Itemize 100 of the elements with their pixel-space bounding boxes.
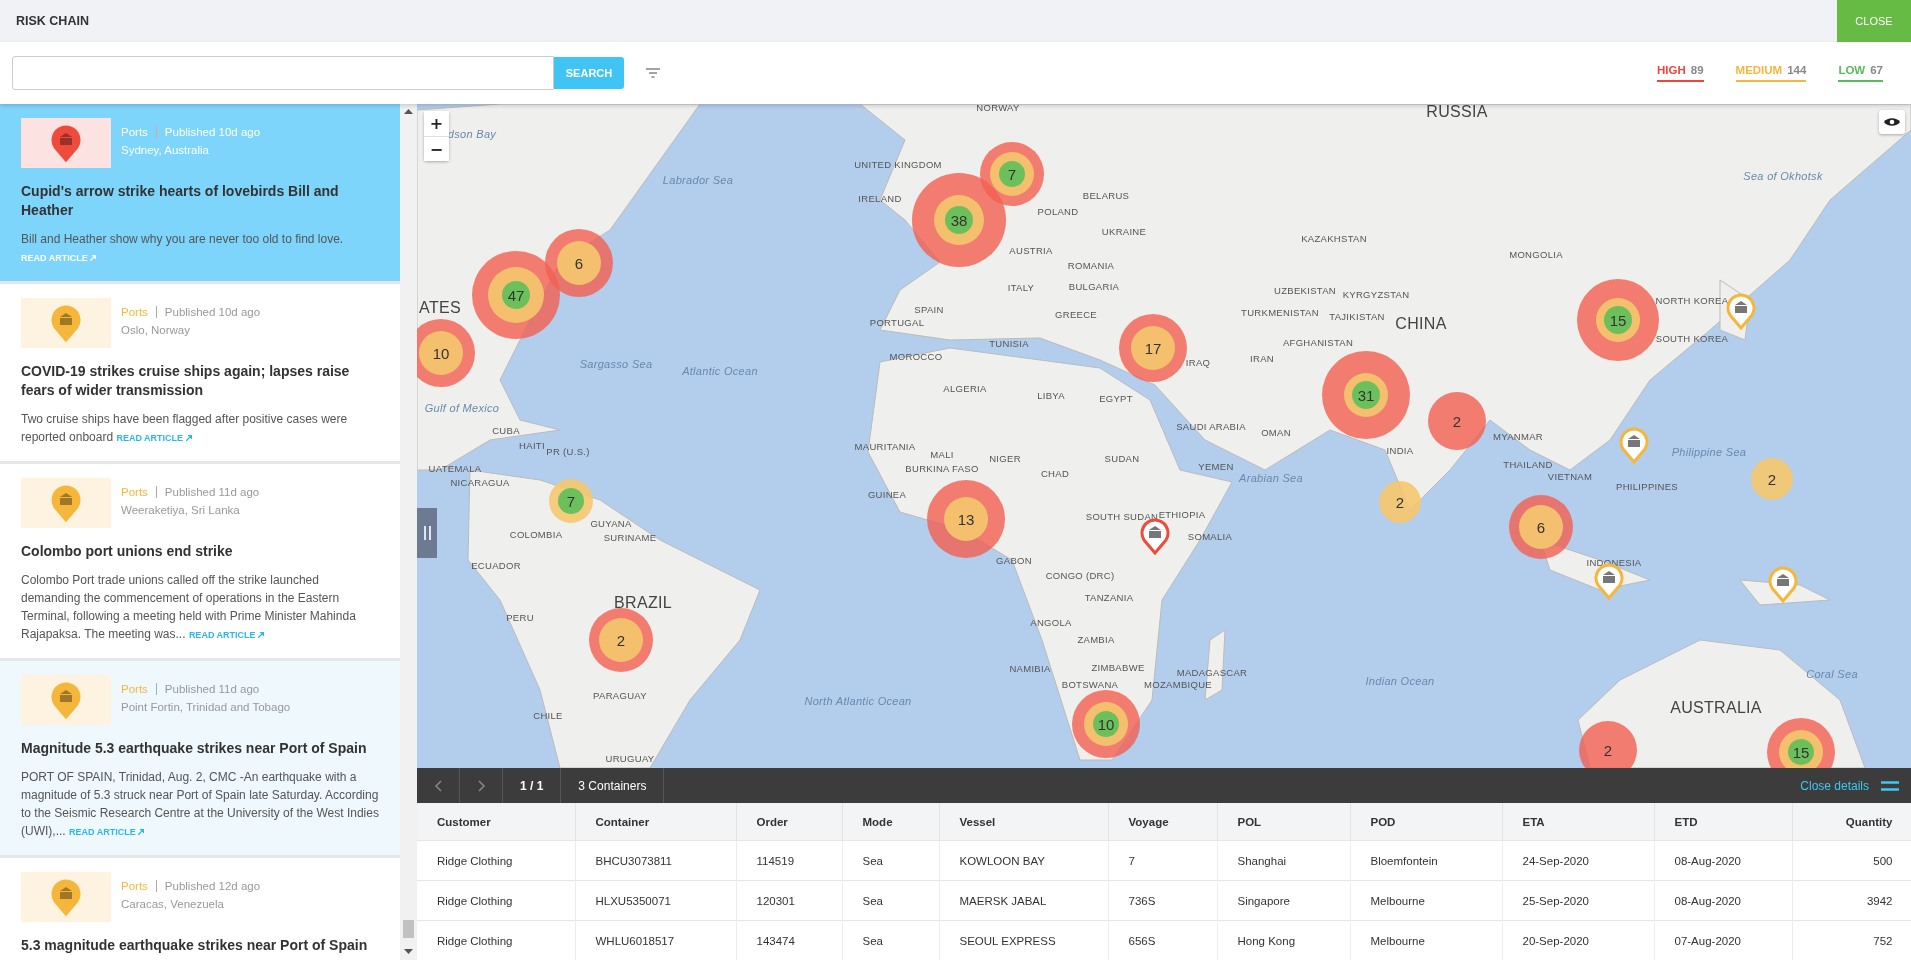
menu-icon[interactable] (1881, 780, 1899, 791)
port-pin-icon (51, 681, 81, 719)
table-cell: 7 (1108, 840, 1217, 881)
column-header[interactable]: Order (736, 803, 842, 841)
article-title: Colombo port unions end strike (21, 542, 234, 561)
zoom-out-button[interactable]: − (424, 136, 449, 161)
map-label: AUSTRALIA (1670, 699, 1762, 717)
map-label: EGYPT (1099, 392, 1133, 404)
risk-legend-item[interactable]: MEDIUM 144 (1735, 64, 1807, 82)
map-label: Gulf of Mexico (424, 402, 500, 414)
panel-collapse-handle[interactable] (417, 508, 437, 558)
map-label: GUINEA (867, 488, 907, 500)
map-label: UATEMALA (428, 462, 482, 474)
table-cell: 20-Sep-2020 (1502, 920, 1654, 960)
article-card[interactable]: Ports Published 12d ago Caracas, Venezuela 5.3 magnitude earthquake strikes near Port of Spain (0, 858, 400, 960)
map-label: SOUTH SUDAN (1085, 510, 1159, 522)
table-cell: 08-Aug-2020 (1654, 880, 1792, 921)
chevron-right-icon (477, 779, 485, 792)
map-label: BELARUS (1082, 189, 1130, 201)
column-header[interactable]: ETA (1502, 803, 1654, 841)
map-label: MAURITANIA (854, 440, 916, 452)
article-summary: Two cruise ships have been flagged after positive cases were reported onboard READ ARTICLE (21, 411, 349, 446)
column-header[interactable]: Vessel (939, 803, 1108, 841)
map-label: HAITI (519, 439, 545, 451)
risk-legend-item[interactable]: HIGH 89 (1657, 64, 1704, 82)
map-label: UZBEKISTAN (1274, 284, 1336, 296)
scroll-up-icon[interactable] (404, 109, 413, 114)
risk-legend-item[interactable]: LOW 67 (1838, 64, 1883, 82)
grip-icon (423, 526, 431, 540)
table-cell: 25-Sep-2020 (1502, 880, 1654, 921)
table-cell: Bloemfontein (1350, 840, 1502, 881)
zoom-in-button[interactable]: + (424, 111, 449, 136)
map-label: IRAQ (1185, 356, 1211, 368)
map-label: CONGO (DRC) (1045, 569, 1115, 581)
search-field[interactable] (12, 56, 554, 90)
map-label: Arabian Sea (1239, 472, 1303, 484)
scroll-down-icon[interactable] (404, 949, 413, 954)
map-label: TURKMENISTAN (1241, 306, 1319, 318)
map-label: ANGOLA (1030, 616, 1072, 628)
map-label: CHAD (1040, 467, 1070, 479)
scrollbar-thumb[interactable] (403, 920, 414, 938)
external-link-icon (185, 435, 192, 441)
column-header[interactable]: Quantity (1792, 803, 1911, 841)
map-label: CUBA (492, 424, 520, 436)
map-label: KAZAKHSTAN (1301, 232, 1367, 244)
map-label: AUSTRIA (1009, 244, 1053, 256)
map-label: Philippine Sea (1671, 446, 1747, 458)
column-header[interactable]: Mode (842, 803, 939, 841)
column-header[interactable]: Voyage (1108, 803, 1217, 841)
map-label: Indian Ocean (1365, 675, 1435, 687)
article-card[interactable]: Ports Published 10d ago Sydney, Australia Cupid's arrow strike hearts of lovebirds Bill and Heather Bill and Heather show why you are never too old to find love. READ ARTICLE (0, 104, 400, 284)
map-label: PARAGUAY (593, 689, 647, 701)
article-card[interactable] (0, 661, 400, 858)
location-label: Oslo, Norway (121, 324, 192, 336)
table-cell: 656S (1108, 920, 1217, 960)
map-label: ZIMBABWE (1091, 661, 1145, 673)
map-label: LIBYA (1037, 389, 1065, 401)
table-cell: Ridge Clothing (417, 920, 575, 960)
table-cell: Ridge Clothing (417, 880, 575, 921)
map-label: PORTUGAL (869, 316, 925, 328)
close-details-link[interactable]: Close details (1800, 778, 1869, 793)
map-label: NICARAGUA (450, 476, 510, 488)
table-cell: Sea (842, 880, 939, 921)
map-label: Atlantic Ocean (682, 365, 758, 377)
port-pin-marker (1768, 565, 1798, 603)
app-title: RISK CHAIN (15, 14, 89, 28)
table-cell: Hong Kong (1217, 920, 1350, 960)
scrollbar[interactable] (400, 104, 417, 960)
published-date: Published 10d ago (164, 126, 261, 138)
map-label: AFGHANISTAN (1282, 336, 1354, 348)
map-label: ECUADOR (471, 559, 521, 571)
map-label: ETHIOPIA (1158, 508, 1206, 520)
published-date: Published 10d ago (164, 306, 261, 318)
risk-cluster-marker[interactable]: 2 (1379, 481, 1421, 523)
table-cell: Shanghai (1217, 840, 1350, 881)
table-cell: Sea (842, 840, 939, 881)
column-header[interactable]: Container (575, 803, 736, 841)
column-header[interactable]: POL (1217, 803, 1350, 841)
column-header[interactable]: ETD (1654, 803, 1792, 841)
eye-icon (1884, 117, 1900, 127)
column-header[interactable]: POD (1350, 803, 1502, 841)
map-label: SAUDI ARABIA (1176, 420, 1246, 432)
risk-cluster-marker[interactable]: 6 (1509, 495, 1573, 559)
table-cell: WHLU6018517 (575, 920, 736, 960)
column-header[interactable]: Customer (417, 803, 575, 841)
map-label: ZAMBIA (1077, 633, 1115, 645)
table-cell: Ridge Clothing (417, 840, 575, 881)
port-pin-marker (1619, 426, 1649, 464)
visibility-button[interactable] (1879, 110, 1905, 134)
external-link-icon (258, 632, 265, 638)
location-label: Point Fortin, Trinidad and Tobago (121, 701, 291, 713)
article-summary: Colombo Port trade unions called off the strike launched demanding the commencement of operations in the Eastern Terminal, following a meeting held with Prime Minister Mahinda Rajapaksa. The meeting was... READ ARTICLE (21, 572, 357, 643)
map-label: MALI (930, 448, 954, 460)
risk-cluster-marker[interactable]: 2 (1751, 458, 1793, 500)
map-label: IRAN (1250, 352, 1274, 364)
filter-icon[interactable] (646, 68, 660, 78)
article-title: Magnitude 5.3 earthquake strikes near Port of Spain (21, 739, 368, 758)
category-label: Ports (121, 126, 157, 138)
map-label: ALGERIA (943, 382, 987, 394)
map-label: KYRGYZSTAN (1342, 288, 1410, 300)
